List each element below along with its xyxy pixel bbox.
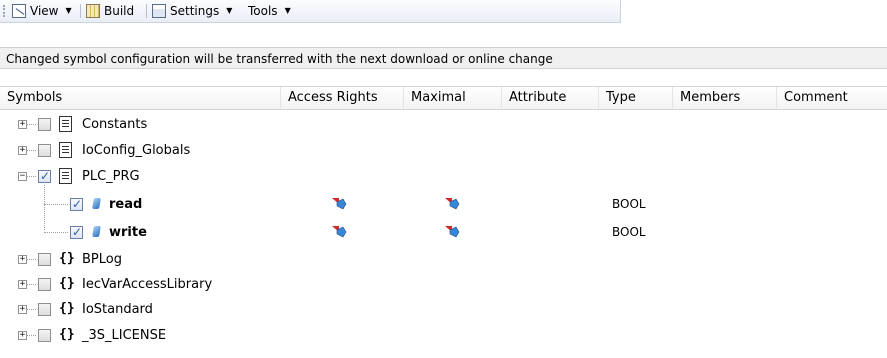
checkbox[interactable] — [38, 144, 51, 157]
settings-label: Settings — [170, 4, 220, 18]
type-cell: BOOL — [612, 225, 646, 239]
read-write-icon[interactable] — [331, 197, 347, 211]
toolbar-grip[interactable] — [3, 5, 7, 17]
document-icon — [59, 142, 72, 158]
checkbox-checked[interactable] — [70, 225, 83, 239]
expand-icon[interactable]: + — [18, 305, 27, 314]
chevron-down-icon: ▼ — [284, 6, 291, 15]
settings-menu-button[interactable]: Settings ▼ — [152, 3, 232, 19]
checkbox[interactable] — [38, 118, 51, 131]
tools-menu-button[interactable]: Tools ▼ — [248, 3, 291, 19]
tree-item-label: IecVarAccessLibrary — [82, 277, 213, 292]
build-label: Build — [104, 4, 135, 18]
checkbox[interactable] — [38, 278, 51, 291]
tree-connector — [44, 204, 68, 206]
column-members[interactable]: Members — [673, 87, 777, 109]
collapse-icon[interactable]: − — [18, 172, 27, 181]
tree-item-label: IoConfig_Globals — [82, 143, 191, 158]
tree-row-read[interactable]: read BOOL — [0, 193, 887, 219]
tree-row-3s-license[interactable]: + {} _3S_LICENSE — [0, 324, 887, 350]
settings-icon — [152, 4, 166, 18]
tree-connector — [27, 259, 36, 261]
column-access-rights[interactable]: Access Rights — [281, 87, 404, 109]
tree-connector — [27, 335, 36, 337]
variable-icon — [92, 198, 101, 209]
column-attribute[interactable]: Attribute — [502, 87, 599, 109]
tree-item-label: BPLog — [82, 252, 122, 267]
column-comment[interactable]: Comment — [777, 87, 887, 109]
type-cell: BOOL — [612, 197, 646, 211]
tree-item-label: Constants — [82, 117, 148, 132]
chevron-down-icon: ▼ — [226, 6, 233, 15]
tree-item-label: IoStandard — [82, 302, 153, 317]
tree-connector — [27, 124, 36, 126]
document-icon — [59, 116, 72, 132]
info-bar: Changed symbol configuration will be tra… — [0, 47, 887, 69]
expand-icon[interactable]: + — [18, 120, 27, 129]
tree-row-ioconfig-globals[interactable]: + IoConfig_Globals — [0, 139, 887, 165]
column-type[interactable]: Type — [599, 87, 673, 109]
tree-item-label: _3S_LICENSE — [82, 328, 167, 343]
tree-item-label: PLC_PRG — [82, 169, 140, 184]
build-button[interactable]: Build — [86, 3, 134, 19]
chevron-down-icon: ▼ — [65, 6, 72, 15]
toolbar-separator — [146, 4, 147, 18]
view-menu-button[interactable]: View ▼ — [12, 3, 72, 19]
column-maximal[interactable]: Maximal — [404, 87, 502, 109]
tools-label: Tools — [248, 4, 278, 18]
expand-icon[interactable]: + — [18, 331, 27, 340]
checkbox[interactable] — [38, 303, 51, 316]
read-write-icon[interactable] — [331, 225, 347, 239]
tree-row-plc-prg[interactable]: − PLC_PRG — [0, 165, 887, 191]
tree-connector — [27, 176, 36, 178]
tree-row-constants[interactable]: + Constants — [0, 113, 887, 139]
build-icon — [86, 4, 100, 18]
toolbar-separator — [80, 4, 81, 18]
expand-icon[interactable]: + — [18, 146, 27, 155]
document-icon — [59, 168, 72, 184]
column-symbols[interactable]: Symbols — [0, 87, 281, 109]
tree-connector — [27, 309, 36, 311]
tree-row-write[interactable]: write BOOL — [0, 221, 887, 247]
expand-icon[interactable]: + — [18, 255, 27, 264]
view-icon — [12, 4, 26, 18]
toolbar-strip: View ▼ Build Settings ▼ Tools ▼ — [0, 0, 621, 23]
tree-connector — [27, 284, 36, 286]
read-write-icon — [445, 226, 460, 238]
variable-icon — [92, 226, 101, 237]
tree-row-bplog[interactable]: + {} BPLog — [0, 248, 887, 274]
braces-icon: {} — [59, 301, 75, 316]
tree-connector — [27, 150, 36, 152]
braces-icon: {} — [59, 251, 75, 266]
checkbox[interactable] — [38, 253, 51, 266]
tree-item-label: read — [109, 197, 143, 212]
tree-item-label: write — [109, 225, 147, 240]
tree-row-iecvaraccesslibrary[interactable]: + {} IecVarAccessLibrary — [0, 273, 887, 299]
braces-icon: {} — [59, 327, 75, 342]
view-label: View — [30, 4, 59, 18]
braces-icon: {} — [59, 276, 75, 291]
tree-connector — [44, 232, 68, 234]
checkbox-checked[interactable] — [70, 197, 83, 211]
expand-icon[interactable]: + — [18, 280, 27, 289]
checkbox[interactable] — [38, 329, 51, 342]
read-write-icon — [445, 198, 460, 210]
tree-row-iostandard[interactable]: + {} IoStandard — [0, 298, 887, 324]
column-header: Symbols Access Rights Maximal Attribute … — [0, 86, 887, 110]
checkbox-checked[interactable] — [38, 169, 51, 183]
toolbar: View ▼ Build Settings ▼ Tools ▼ — [0, 0, 887, 23]
